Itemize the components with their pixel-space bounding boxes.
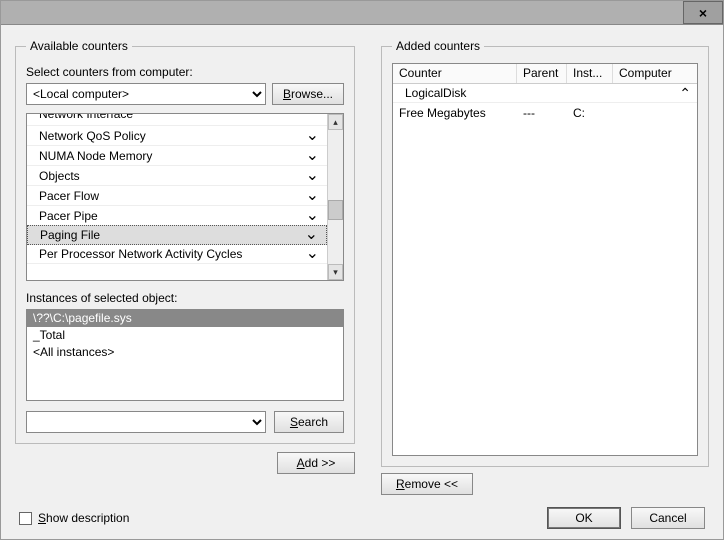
counter-item[interactable]: Pacer Pipe ⌄: [27, 206, 327, 226]
available-fieldset: Available counters Select counters from …: [15, 39, 355, 444]
cell-parent: ---: [517, 105, 567, 121]
counter-item-label: Network QoS Policy: [39, 129, 146, 143]
counter-list: Network Interface ⌄ Network QoS Policy ⌄…: [26, 113, 344, 281]
cell-computer: [613, 112, 697, 114]
counter-item-label: Per Processor Network Activity Cycles: [39, 247, 242, 261]
counter-item[interactable]: Network QoS Policy ⌄: [27, 126, 327, 146]
table-header: Counter Parent Inst... Computer: [393, 64, 697, 84]
instance-item[interactable]: <All instances>: [27, 344, 343, 361]
counter-item[interactable]: Pacer Flow ⌄: [27, 186, 327, 206]
remove-button[interactable]: Remove <<: [381, 473, 473, 495]
close-icon: ×: [699, 5, 707, 21]
scroll-down-icon[interactable]: ▾: [328, 264, 343, 280]
available-legend: Available counters: [26, 39, 132, 53]
th-instance[interactable]: Inst...: [567, 64, 613, 83]
counter-item-label: Pacer Pipe: [39, 209, 98, 223]
counter-item[interactable]: Objects ⌄: [27, 166, 327, 186]
add-row: Add >>: [15, 452, 355, 474]
dialog-content: Available counters Select counters from …: [1, 25, 723, 539]
group-label: LogicalDisk: [405, 86, 466, 100]
panels: Available counters Select counters from …: [15, 39, 709, 495]
counter-item-label: Network Interface: [39, 114, 133, 116]
cancel-button[interactable]: Cancel: [631, 507, 705, 529]
add-button[interactable]: Add >>: [277, 452, 355, 474]
scroll-up-icon[interactable]: ▴: [328, 114, 343, 130]
added-legend: Added counters: [392, 39, 484, 53]
instances-list: \??\C:\pagefile.sys _Total <All instance…: [26, 309, 344, 401]
close-button[interactable]: ×: [683, 1, 723, 24]
checkbox-icon: [19, 512, 32, 525]
added-fieldset: Added counters Counter Parent Inst... Co…: [381, 39, 709, 467]
remove-row: Remove <<: [381, 473, 709, 495]
show-description-label: Show description: [38, 511, 129, 525]
counter-item-label: NUMA Node Memory: [39, 149, 152, 163]
counter-item-label: Paging File: [40, 228, 100, 242]
scrollbar[interactable]: ▴ ▾: [327, 114, 343, 280]
added-panel: Added counters Counter Parent Inst... Co…: [381, 39, 709, 495]
counter-item[interactable]: Network Interface ⌄: [27, 114, 327, 126]
available-panel: Available counters Select counters from …: [15, 39, 355, 495]
footer: Show description OK Cancel: [15, 507, 709, 529]
dialog-window: × Available counters Select counters fro…: [0, 0, 724, 540]
select-computer-label: Select counters from computer:: [26, 65, 344, 79]
table-row[interactable]: Free Megabytes --- C:: [393, 103, 697, 122]
computer-combo[interactable]: <Local computer>: [26, 83, 266, 105]
search-button[interactable]: Search: [274, 411, 344, 433]
instances-label: Instances of selected object:: [26, 291, 344, 305]
footer-buttons: OK Cancel: [547, 507, 705, 529]
titlebar: ×: [1, 1, 723, 25]
counter-item-label: Pacer Flow: [39, 189, 99, 203]
cell-counter: Free Megabytes: [393, 105, 517, 121]
th-counter[interactable]: Counter: [393, 64, 517, 83]
show-description-checkbox[interactable]: Show description: [19, 511, 129, 525]
instance-item[interactable]: \??\C:\pagefile.sys: [27, 310, 343, 327]
counter-item[interactable]: Paging File ⌄: [27, 225, 327, 245]
counter-item-label: Objects: [39, 169, 80, 183]
ok-button[interactable]: OK: [547, 507, 621, 529]
group-row[interactable]: LogicalDisk ⌃: [393, 84, 697, 103]
instance-item[interactable]: _Total: [27, 327, 343, 344]
th-parent[interactable]: Parent: [517, 64, 567, 83]
browse-button[interactable]: Browse...: [272, 83, 344, 105]
scroll-thumb[interactable]: [328, 200, 343, 220]
instance-search-combo[interactable]: [26, 411, 266, 433]
added-table: Counter Parent Inst... Computer LogicalD…: [392, 63, 698, 456]
cell-instance: C:: [567, 105, 613, 121]
counter-item[interactable]: NUMA Node Memory ⌄: [27, 146, 327, 166]
computer-row: <Local computer> Browse...: [26, 83, 344, 105]
th-computer[interactable]: Computer: [613, 64, 697, 83]
search-row: Search: [26, 411, 344, 433]
counter-item[interactable]: Per Processor Network Activity Cycles ⌄: [27, 244, 327, 264]
table-body: LogicalDisk ⌃ Free Megabytes --- C:: [393, 84, 697, 455]
counter-list-inner: Network Interface ⌄ Network QoS Policy ⌄…: [27, 114, 327, 280]
